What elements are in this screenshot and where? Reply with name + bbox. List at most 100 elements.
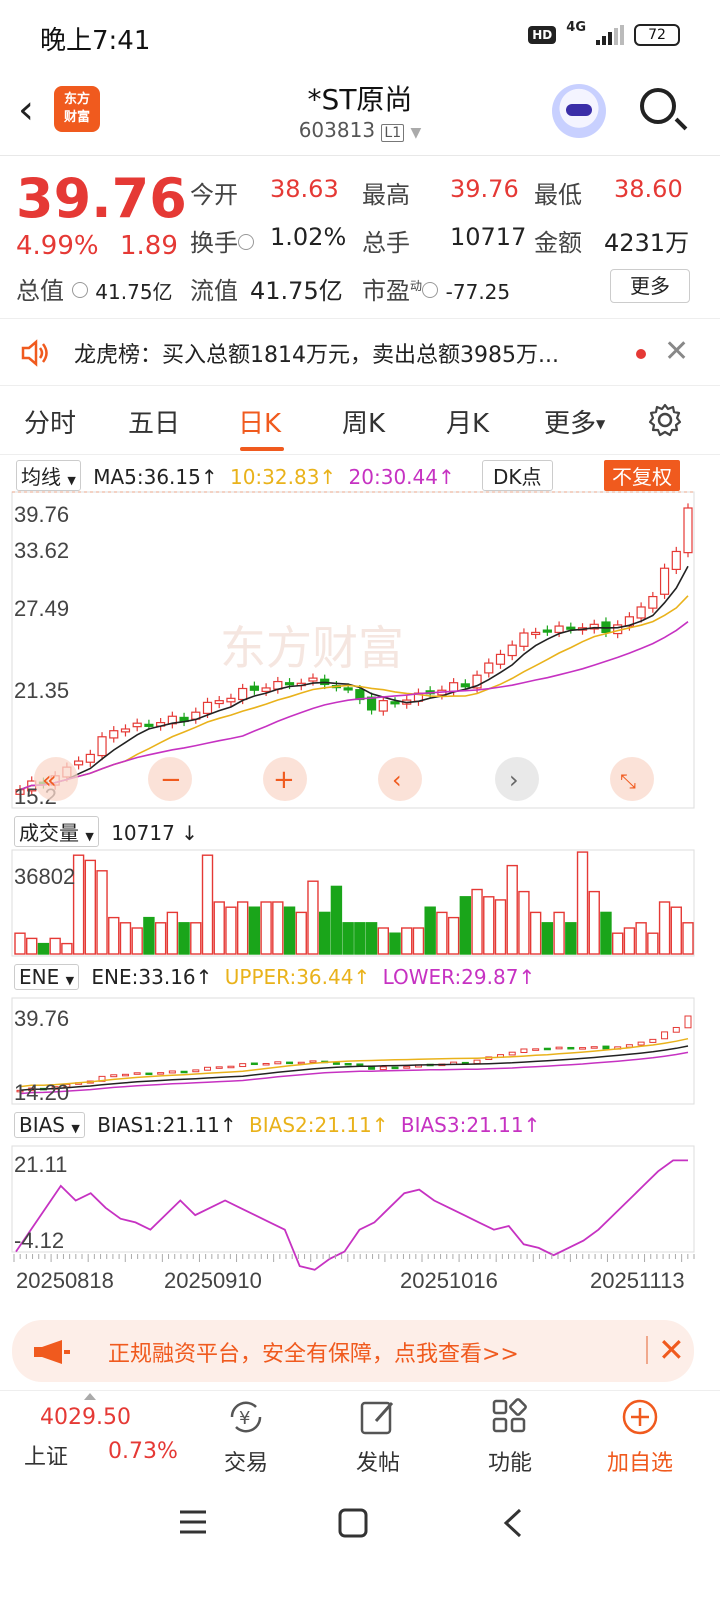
nav-post[interactable]: 发帖: [328, 1397, 428, 1477]
low-value: 38.60: [614, 175, 683, 203]
volume-bar: [307, 880, 319, 955]
chart-controls: « − + ‹ › ⤡: [34, 757, 654, 801]
total-cap-row: 总值 41.75亿: [16, 271, 173, 306]
candle-body: [202, 701, 213, 714]
nav-trade[interactable]: ¥ 交易: [196, 1397, 296, 1477]
candle-body: [542, 629, 552, 633]
yuan-exchange-icon: ¥: [230, 1401, 262, 1433]
volume-bar: [377, 927, 389, 955]
nav-functions[interactable]: 功能: [460, 1397, 560, 1477]
ene-candle-body: [567, 1046, 575, 1050]
kline-chart[interactable]: 东方财富 39.7633.6227.4921.3515.23680239.761…: [0, 456, 720, 1316]
bias-panel-frame: [11, 1145, 695, 1253]
candle-body: [214, 700, 224, 705]
zoom-out-button[interactable]: −: [148, 757, 192, 801]
volume-bar: [436, 911, 448, 955]
volume-bar: [96, 870, 108, 955]
info-icon[interactable]: [238, 234, 254, 250]
amount-value: 4231万: [604, 229, 690, 257]
ene-candle-body: [262, 1062, 270, 1066]
volume-bar: [342, 922, 354, 955]
volume-bar: [84, 859, 97, 955]
volume-bar: [518, 890, 530, 955]
candle-body: [495, 653, 506, 665]
fullscreen-button[interactable]: ⤡: [610, 757, 654, 801]
arrow-up-icon: [84, 1393, 96, 1400]
candle-body: [659, 567, 670, 595]
home-icon[interactable]: [338, 1508, 368, 1538]
ene-candle-body: [204, 1066, 212, 1071]
ene-candle-body: [309, 1060, 317, 1063]
gear-icon[interactable]: [648, 403, 682, 437]
unread-dot: [636, 349, 646, 359]
ene-candle-body: [590, 1046, 598, 1049]
close-icon[interactable]: ✕: [658, 1330, 685, 1370]
low-label: 最低: [534, 181, 582, 209]
zoom-in-button[interactable]: +: [263, 757, 307, 801]
rewind-button[interactable]: «: [34, 757, 78, 801]
total-cap-label: 总值: [16, 277, 64, 305]
close-icon[interactable]: ✕: [664, 335, 689, 369]
svg-text:+: +: [273, 765, 295, 795]
tab-intraday[interactable]: 分时: [24, 403, 76, 440]
tab-five-day[interactable]: 五日: [128, 403, 180, 440]
ene-upper-line: [19, 1037, 689, 1088]
menu-icon[interactable]: [180, 1510, 206, 1534]
dragon-tiger-notice[interactable]: 龙虎榜：买入总额1814万元，卖出总额3985万... ✕: [0, 318, 720, 386]
ene-candle-body: [391, 1066, 399, 1070]
tab-weekly-k[interactable]: 周K: [342, 403, 385, 440]
date-label: 20250818: [16, 1268, 114, 1293]
candle-body: [648, 595, 658, 609]
back-nav-icon[interactable]: [503, 1508, 522, 1538]
ene-candle-body: [520, 1048, 528, 1053]
stock-header: ‹ 东方 财富 *ST原尚 603813 L1 ▼: [0, 70, 720, 156]
stock-code-row[interactable]: 603813 L1 ▼: [0, 118, 720, 142]
change-percent: 4.99%: [16, 231, 99, 261]
volume-bar: [213, 901, 225, 955]
pe-superscript: 动: [410, 279, 423, 293]
promo-banner[interactable]: 正规融资平台，安全有保障，点我查看>> ✕: [12, 1320, 694, 1382]
turnover-label: 换手: [190, 229, 238, 257]
add-circle-icon: [622, 1399, 658, 1435]
pe-row: 市盈动 -77.25: [362, 271, 510, 306]
date-label: 20251113: [590, 1268, 685, 1293]
candle-body: [109, 730, 119, 739]
ene-axis-label: 14.20: [14, 1080, 69, 1105]
volume-bar: [389, 932, 401, 955]
volume-bar: [623, 927, 636, 955]
volume-bar: [119, 922, 132, 955]
volume-bar: [529, 911, 542, 955]
candle-body: [671, 550, 681, 571]
nav-add-watchlist[interactable]: 加自选: [590, 1397, 690, 1477]
tab-daily-k[interactable]: 日K: [238, 403, 281, 440]
chevron-down-icon: ▼: [410, 125, 422, 141]
date-label: 20251016: [400, 1268, 498, 1293]
ene-lines: [19, 1037, 689, 1095]
volume-bar: [471, 888, 483, 955]
scroll-right-button[interactable]: ›: [495, 757, 539, 801]
volume-bar: [412, 927, 425, 955]
volume-bar: [670, 906, 682, 955]
tab-more[interactable]: 更多▼: [544, 403, 605, 440]
index-percent: 0.73%: [108, 1439, 178, 1464]
candle-body: [507, 644, 517, 657]
more-button[interactable]: 更多: [610, 269, 690, 303]
info-icon[interactable]: [71, 282, 88, 298]
volume-value: 10717: [450, 223, 527, 251]
volume-bar: [553, 911, 565, 955]
candle-body: [132, 722, 142, 728]
megaphone-icon: [34, 1340, 70, 1364]
robot-assistant-icon[interactable]: [552, 84, 606, 138]
ene-candle-body: [379, 1066, 387, 1071]
scroll-left-button[interactable]: ‹: [378, 757, 422, 801]
ene-candle-body: [672, 1026, 680, 1033]
search-icon[interactable]: [640, 88, 676, 124]
ene-candle-body: [532, 1048, 540, 1051]
tab-monthly-k[interactable]: 月K: [446, 403, 489, 440]
volume-bar: [166, 911, 179, 955]
info-icon[interactable]: [422, 282, 439, 298]
volume-bar: [565, 922, 577, 955]
ene-candle-body: [180, 1070, 188, 1074]
ene-candle-body: [239, 1063, 247, 1068]
volume-bar: [236, 901, 249, 955]
